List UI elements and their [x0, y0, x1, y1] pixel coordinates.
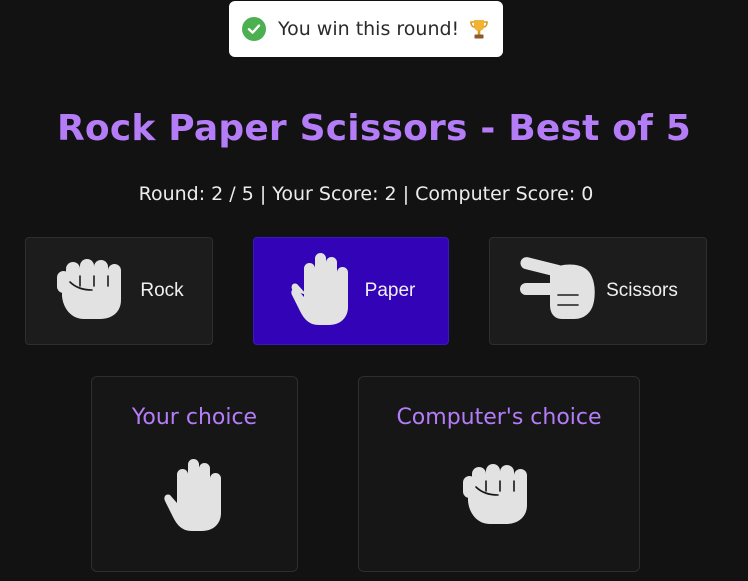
fist-icon — [460, 461, 538, 531]
paper-label: Paper — [364, 280, 416, 301]
scissors-button[interactable]: Scissors — [489, 237, 707, 345]
win-toast: You win this round! — [229, 1, 503, 57]
trophy-icon — [469, 18, 489, 40]
computer-choice-title: Computer's choice — [396, 405, 602, 430]
rock-label: Rock — [140, 280, 184, 301]
rock-button[interactable]: Rock — [25, 237, 213, 345]
toast-message: You win this round! — [278, 18, 460, 40]
paper-button[interactable]: Paper — [253, 237, 449, 345]
scissors-hand-icon — [518, 255, 598, 327]
scissors-label: Scissors — [606, 280, 678, 301]
open-hand-icon — [287, 251, 357, 331]
your-choice-title: Your choice — [131, 405, 258, 430]
score-status: Round: 2 / 5 | Your Score: 2 | Computer … — [138, 183, 594, 205]
fist-icon — [54, 256, 132, 326]
page-title: Rock Paper Scissors - Best of 5 — [56, 108, 692, 149]
game-page: You win this round! Rock Paper Scissors … — [0, 0, 748, 581]
computer-choice-card: Computer's choice — [358, 376, 640, 572]
open-hand-icon — [160, 457, 230, 537]
your-choice-card: Your choice — [91, 376, 298, 572]
check-circle-icon — [242, 17, 266, 41]
